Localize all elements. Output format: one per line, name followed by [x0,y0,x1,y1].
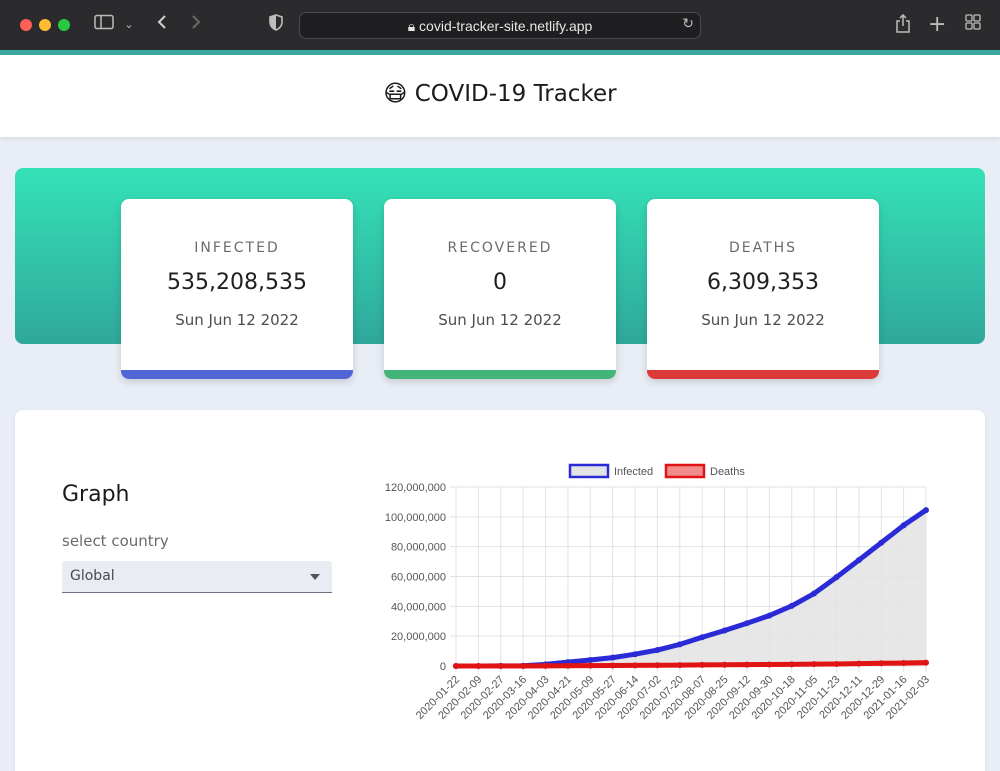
data-point-infected [788,602,795,609]
data-point-deaths [811,661,818,668]
infected-label: INFECTED [194,240,280,256]
infected-value: 535,208,535 [167,270,307,295]
recovered-date: Sun Jun 12 2022 [438,311,562,329]
y-tick-label: 120,000,000 [385,482,446,494]
data-point-infected [855,557,862,564]
reload-icon[interactable]: ↻ [682,16,694,32]
new-tab-icon[interactable]: + [928,14,946,36]
data-point-deaths [609,662,616,669]
data-point-deaths [587,662,594,669]
site-header: 😷 COVID-19 Tracker [0,55,1000,137]
data-point-deaths [855,660,862,667]
y-tick-label: 0 [440,661,446,673]
data-point-deaths [497,662,504,669]
data-point-deaths [632,662,639,669]
data-point-deaths [542,662,549,669]
back-icon[interactable] [154,14,170,36]
y-tick-label: 20,000,000 [391,631,446,643]
data-point-infected [923,507,929,514]
data-point-infected [654,647,661,654]
data-point-deaths [923,659,929,666]
recovered-card: RECOVERED 0 Sun Jun 12 2022 [384,199,616,379]
data-point-deaths [453,663,459,669]
cases-chart: 0 20,000,000 40,000,000 60,000,000 80,000,00… [385,463,932,722]
deaths-card: DEATHS 6,309,353 Sun Jun 12 2022 [647,199,879,379]
country-select-value: Global [70,568,115,584]
data-point-infected [811,590,818,597]
shield-icon[interactable] [268,14,284,36]
data-point-deaths [788,661,795,668]
data-point-deaths [878,660,885,667]
data-point-deaths [475,662,482,669]
tab-overview-icon[interactable] [964,14,982,36]
lock-icon: 🔒︎ [407,18,416,34]
data-point-deaths [721,661,728,668]
data-point-infected [766,612,773,619]
chevron-down-icon [310,574,320,580]
legend-label-infected: Infected [614,466,653,478]
infected-card: INFECTED 535,208,535 Sun Jun 12 2022 [121,199,353,379]
recovered-value: 0 [493,270,507,295]
data-point-deaths [654,662,661,669]
forward-icon[interactable] [188,14,204,36]
page-title-text: COVID-19 Tracker [414,81,617,107]
graph-title: Graph [62,482,130,507]
browser-chrome: ⌄ 🔒︎ covid-tracker-site.netlify.app ↻ + [0,0,1000,52]
sidebar-toggle-icon[interactable] [94,14,114,36]
share-icon[interactable] [894,13,912,36]
data-point-deaths [743,661,750,668]
deaths-label: DEATHS [728,240,798,256]
y-tick-label: 100,000,000 [385,512,446,524]
data-point-infected [743,620,750,627]
country-select-label: select country [62,532,169,550]
data-point-infected [587,657,594,664]
deaths-date: Sun Jun 12 2022 [701,311,825,329]
deaths-value: 6,309,353 [707,270,819,295]
zoom-window-button[interactable] [58,19,70,31]
data-point-infected [900,522,907,529]
page-title: 😷 COVID-19 Tracker [0,81,1000,107]
data-point-deaths [699,661,706,668]
chevron-down-icon[interactable]: ⌄ [122,14,136,36]
data-point-infected [699,634,706,641]
data-point-infected [721,627,728,634]
data-point-infected [632,651,639,658]
data-point-deaths [766,661,773,668]
data-point-deaths [676,662,683,669]
infected-date: Sun Jun 12 2022 [175,311,299,329]
y-tick-label: 60,000,000 [391,572,446,584]
recovered-color-bar [384,370,616,379]
data-point-deaths [900,659,907,666]
data-point-deaths [520,662,527,669]
data-point-deaths [564,662,571,669]
data-point-infected [609,654,616,661]
deaths-color-bar [647,370,879,379]
data-point-infected [676,641,683,648]
legend-swatch-infected [568,463,610,479]
url-text: 🔒︎ covid-tracker-site.netlify.app [407,18,593,34]
country-select[interactable]: Global [62,561,332,593]
minimize-window-button[interactable] [39,19,51,31]
y-tick-label: 80,000,000 [391,542,446,554]
legend-label-deaths: Deaths [710,466,745,478]
data-point-infected [833,574,840,581]
close-window-button[interactable] [20,19,32,31]
face-mask-icon: 😷 [383,81,408,107]
data-point-infected [878,539,885,546]
legend-swatch-deaths [664,463,706,479]
recovered-label: RECOVERED [447,240,553,256]
infected-color-bar [121,370,353,379]
address-bar[interactable]: 🔒︎ covid-tracker-site.netlify.app ↻ [299,12,701,39]
data-point-deaths [833,660,840,667]
y-tick-label: 40,000,000 [391,601,446,613]
